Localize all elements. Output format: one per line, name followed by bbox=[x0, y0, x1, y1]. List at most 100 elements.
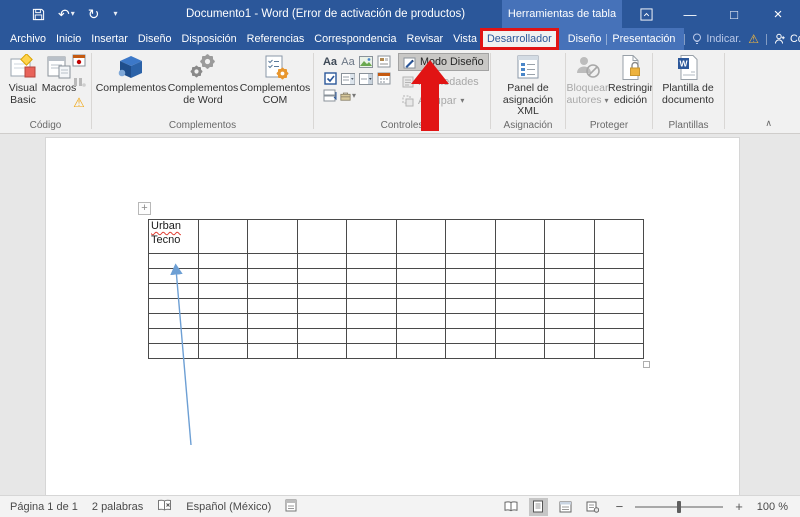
table-cell[interactable] bbox=[445, 268, 496, 284]
table-cell[interactable] bbox=[296, 328, 347, 344]
table-cell[interactable] bbox=[395, 268, 446, 284]
table-cell[interactable] bbox=[148, 343, 199, 359]
agrupar-button[interactable]: Agrupar ▾ bbox=[398, 93, 468, 108]
table-cell[interactable] bbox=[445, 313, 496, 329]
table-cell[interactable] bbox=[593, 219, 644, 254]
table-cell[interactable] bbox=[296, 219, 347, 254]
table-cell[interactable] bbox=[445, 219, 496, 254]
table-cell[interactable] bbox=[148, 268, 199, 284]
table-cell[interactable] bbox=[247, 283, 298, 299]
table-cell[interactable] bbox=[197, 328, 248, 344]
table-cell[interactable] bbox=[494, 343, 545, 359]
table-cell[interactable]: Urban Tecno bbox=[148, 219, 199, 254]
zoom-level-button[interactable]: 100 % bbox=[757, 501, 788, 513]
minimize-button[interactable]: — bbox=[668, 0, 712, 28]
table-cell[interactable] bbox=[544, 298, 595, 314]
table-cell[interactable] bbox=[544, 268, 595, 284]
table-cell[interactable] bbox=[395, 313, 446, 329]
table-cell[interactable] bbox=[494, 328, 545, 344]
table-cell[interactable] bbox=[197, 313, 248, 329]
table-cell[interactable] bbox=[296, 298, 347, 314]
table-cell[interactable] bbox=[494, 253, 545, 269]
table-cell[interactable] bbox=[346, 219, 397, 254]
tab-diseno[interactable]: Diseño bbox=[134, 28, 176, 50]
warning-icon[interactable]: ⚠ bbox=[748, 33, 759, 45]
plantilla-documento-button[interactable]: W Plantilla de documento bbox=[656, 52, 720, 106]
dropdown-list-content-control-button[interactable] bbox=[358, 71, 374, 86]
table-resize-handle[interactable] bbox=[643, 361, 650, 368]
table-cell[interactable] bbox=[148, 283, 199, 299]
propiedades-button[interactable]: Propiedades bbox=[398, 74, 483, 89]
table-cell[interactable] bbox=[395, 283, 446, 299]
table-cell[interactable] bbox=[247, 298, 298, 314]
save-button[interactable] bbox=[32, 8, 45, 21]
tab-referencias[interactable]: Referencias bbox=[243, 28, 309, 50]
legacy-tools-button[interactable]: ▾ bbox=[340, 88, 356, 103]
table-cell[interactable] bbox=[346, 313, 397, 329]
zoom-slider[interactable] bbox=[635, 500, 724, 513]
table-cell[interactable] bbox=[445, 253, 496, 269]
table-cell[interactable] bbox=[148, 328, 199, 344]
table-cell[interactable] bbox=[445, 298, 496, 314]
table-cell[interactable] bbox=[544, 343, 595, 359]
panel-asignacion-xml-button[interactable]: Panel de asignación XML bbox=[492, 52, 564, 118]
table-cell[interactable] bbox=[148, 253, 199, 269]
table-cell[interactable] bbox=[395, 298, 446, 314]
tab-disposicion[interactable]: Disposición bbox=[177, 28, 240, 50]
table-cell[interactable] bbox=[197, 298, 248, 314]
restringir-edicion-button[interactable]: Restringir edición bbox=[608, 52, 653, 106]
print-layout-view-button[interactable] bbox=[528, 497, 548, 516]
table-cell[interactable] bbox=[395, 343, 446, 359]
table-cell[interactable] bbox=[544, 283, 595, 299]
redo-button[interactable]: ↻ bbox=[88, 7, 100, 21]
table-cell[interactable] bbox=[593, 298, 644, 314]
table-cell[interactable] bbox=[395, 219, 446, 254]
complementos-word-button[interactable]: Complementos de Word bbox=[168, 52, 238, 106]
modo-diseno-button[interactable]: Modo Diseño bbox=[398, 53, 489, 71]
table-cell[interactable] bbox=[247, 268, 298, 284]
combo-box-content-control-button[interactable] bbox=[340, 71, 356, 86]
tab-table-diseno[interactable]: Diseño bbox=[564, 28, 606, 50]
record-macro-button[interactable] bbox=[72, 54, 86, 72]
tab-desarrollador[interactable]: Desarrollador bbox=[479, 28, 559, 50]
table-cell[interactable] bbox=[296, 253, 347, 269]
macros-button[interactable]: Macros bbox=[42, 52, 76, 95]
tab-archivo[interactable]: Archivo bbox=[6, 28, 50, 50]
complementos-com-button[interactable]: Complementos COM bbox=[240, 52, 310, 106]
building-block-gallery-button[interactable] bbox=[376, 54, 392, 69]
language-status[interactable]: Español (México) bbox=[186, 501, 271, 513]
table-cell[interactable] bbox=[395, 328, 446, 344]
checkbox-content-control-button[interactable] bbox=[322, 71, 338, 86]
table-cell[interactable] bbox=[544, 253, 595, 269]
table-cell[interactable] bbox=[346, 328, 397, 344]
page-number-status[interactable]: Página 1 de 1 bbox=[10, 501, 78, 513]
table-cell[interactable] bbox=[247, 253, 298, 269]
table-cell[interactable] bbox=[593, 268, 644, 284]
table-cell[interactable] bbox=[445, 343, 496, 359]
zoom-slider-handle[interactable] bbox=[677, 500, 682, 513]
restore-button[interactable]: □ bbox=[712, 0, 756, 28]
table-cell[interactable] bbox=[445, 283, 496, 299]
table-cell[interactable] bbox=[346, 268, 397, 284]
table-cell[interactable] bbox=[593, 313, 644, 329]
macro-security-button[interactable]: ⚠ bbox=[73, 96, 85, 109]
table-cell[interactable] bbox=[593, 328, 644, 344]
visual-basic-button[interactable]: Visual Basic bbox=[3, 52, 43, 106]
table-cell[interactable] bbox=[148, 298, 199, 314]
table-cell[interactable] bbox=[593, 343, 644, 359]
table-cell[interactable] bbox=[395, 253, 446, 269]
date-picker-content-control-button[interactable] bbox=[376, 71, 392, 86]
table-cell[interactable] bbox=[247, 313, 298, 329]
bloquear-autores-button[interactable]: Bloquear autores ▾ bbox=[566, 52, 609, 106]
share-button[interactable]: Compartir bbox=[774, 33, 800, 45]
zoom-in-button[interactable]: + bbox=[735, 500, 743, 513]
tab-insertar[interactable]: Insertar bbox=[87, 28, 132, 50]
repeating-section-content-control-button[interactable] bbox=[322, 88, 338, 103]
proofing-status-button[interactable] bbox=[157, 499, 172, 515]
table-cell[interactable] bbox=[544, 328, 595, 344]
table-cell[interactable] bbox=[593, 253, 644, 269]
table-cell[interactable] bbox=[346, 253, 397, 269]
table-cell[interactable] bbox=[296, 313, 347, 329]
table-cell[interactable] bbox=[148, 313, 199, 329]
table-cell[interactable] bbox=[346, 283, 397, 299]
